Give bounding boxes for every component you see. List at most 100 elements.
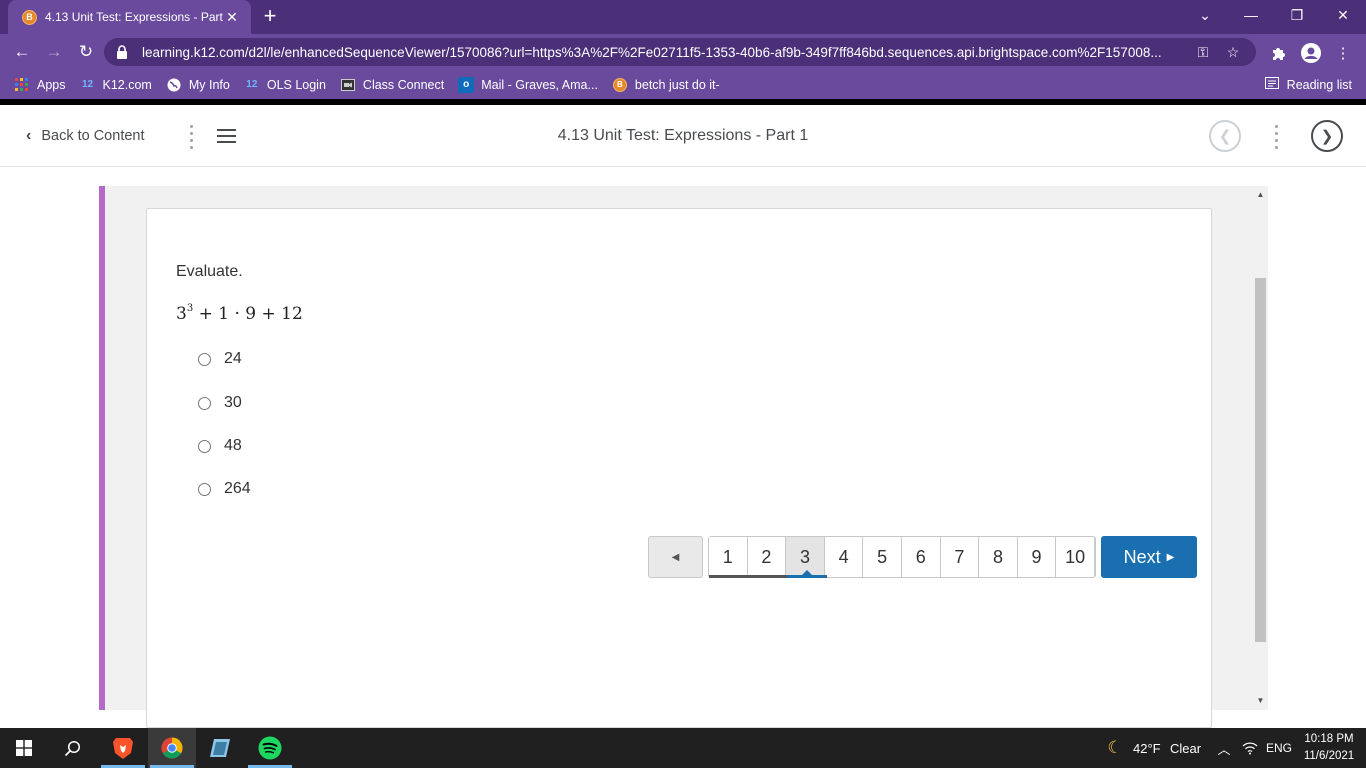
bookmark-mail[interactable]: o Mail - Graves, Ama... [458,76,598,93]
scroll-down-arrow-icon[interactable]: ▼ [1253,694,1268,708]
search-button[interactable] [48,728,96,768]
moon-weather-icon[interactable]: ☾ [1103,728,1127,768]
system-clock[interactable]: 10:18 PM 11/6/2021 [1296,731,1362,765]
tab-search-chevron-icon[interactable]: ⌄ [1182,0,1228,30]
triangle-right-icon: ▶ [1166,551,1175,563]
page-button-8[interactable]: 8 [979,537,1018,577]
page-button-1[interactable]: 1 [709,537,748,577]
radio-button[interactable] [198,396,211,410]
previous-page-button[interactable]: ◀ [648,536,703,578]
answer-option[interactable]: 24 [198,350,242,368]
bookmark-betch[interactable]: B betch just do it- [612,77,720,93]
question-pagination: ◀ 1 2 3 4 5 6 7 8 9 10 Next ▶ [648,536,1197,578]
notes-app-icon [210,739,230,757]
profile-avatar-icon[interactable] [1300,42,1322,64]
forward-arrow-icon[interactable]: → [42,41,66,63]
bookmark-ols-login[interactable]: 12 OLS Login [244,77,326,93]
page-button-2[interactable]: 2 [747,537,787,577]
answer-option-label: 24 [224,350,242,367]
reading-list-button[interactable]: Reading list [1264,70,1352,99]
extensions-puzzle-icon[interactable] [1268,42,1290,64]
bookmark-star-icon[interactable]: ☆ [1222,44,1244,61]
lock-icon [116,45,132,59]
start-button[interactable] [0,728,48,768]
question-prompt: Evaluate. [176,263,243,280]
bookmark-class-connect[interactable]: Class Connect [340,77,444,93]
taskbar-notes-app[interactable] [196,728,244,768]
next-question-button[interactable]: Next ▶ [1100,536,1197,578]
brave-favicon-icon: B [22,9,37,25]
content-accent-bar [99,186,105,710]
back-arrow-icon[interactable]: ← [10,41,34,63]
expression-base: 3 [176,304,187,324]
video-icon [340,77,356,93]
page-button-10[interactable]: 10 [1056,537,1095,577]
page-button-4[interactable]: 4 [824,537,864,577]
page-title: 4.13 Unit Test: Expressions - Part 1 [557,127,809,144]
answer-option-label: 48 [224,437,242,454]
previous-topic-button[interactable]: ❮ [1209,120,1241,152]
expression-rest: + 1 · 9 + 12 [198,304,303,324]
chrome-icon [161,737,183,759]
weather-temperature[interactable]: 42°F [1133,728,1161,768]
outlook-icon: o [458,76,475,93]
clock-date: 11/6/2021 [1303,750,1355,762]
bookmark-label: My Info [188,77,230,92]
browser-tab-strip: B 4.13 Unit Test: Expressions - Part ✕ +… [0,0,1366,34]
browser-toolbar: ← → ↻ learning.k12.com/d2l/le/enhancedSe… [0,34,1366,70]
spotify-icon [258,736,282,760]
reload-icon[interactable]: ↻ [74,41,98,63]
bookmark-my-info[interactable]: My Info [166,77,230,93]
taskbar-chrome[interactable] [148,728,196,768]
address-bar[interactable]: learning.k12.com/d2l/le/enhancedSequence… [104,38,1256,66]
answer-option[interactable]: 30 [198,394,242,412]
url-text: learning.k12.com/d2l/le/enhancedSequence… [142,44,1162,60]
question-card [146,208,1212,728]
next-topic-button[interactable]: ❯ [1311,120,1343,152]
reading-list-icon [1264,77,1279,92]
page-number-list: 1 2 3 4 5 6 7 8 9 10 [708,536,1096,578]
weather-description[interactable]: Clear [1170,728,1201,768]
page-button-7[interactable]: 7 [940,537,980,577]
bookmark-k12[interactable]: 12 K12.com [80,77,152,93]
scroll-up-arrow-icon[interactable]: ▲ [1253,188,1268,202]
wifi-icon[interactable] [1240,728,1260,768]
key-icon[interactable]: ⚿ [1192,44,1214,61]
apps-grid-icon [14,77,30,93]
radio-button[interactable] [198,352,211,366]
windows-taskbar: ☾ 42°F Clear ︿ ENG 10:18 PM 11/6/2021 [0,728,1366,768]
clock-time: 10:18 PM [1304,733,1354,745]
radio-button[interactable] [198,439,211,453]
bookmark-apps[interactable]: Apps [14,77,66,93]
page-button-9[interactable]: 9 [1017,537,1057,577]
close-tab-icon[interactable]: ✕ [223,9,241,26]
taskbar-spotify[interactable] [246,728,294,768]
answer-option[interactable]: 264 [198,480,251,498]
content-header: ‹ Back to Content 4.13 Unit Test: Expres… [0,105,1366,167]
answer-option[interactable]: 48 [198,437,242,455]
chevron-up-icon[interactable]: ︿ [1215,728,1233,768]
taskbar-brave[interactable] [99,728,147,768]
restore-button[interactable]: ❐ [1274,0,1320,30]
brave-lion-icon [113,738,133,759]
k12-icon: 12 [81,79,94,90]
radio-button[interactable] [198,482,211,496]
browser-tab-active[interactable]: B 4.13 Unit Test: Expressions - Part ✕ [8,0,251,34]
close-window-button[interactable]: ✕ [1320,0,1366,30]
question-expression: 33 + 1 · 9 + 12 [176,303,303,324]
k12-icon: 12 [246,79,258,90]
topic-options-icon[interactable] [1274,125,1278,149]
browser-menu-icon[interactable]: ⋮ [1332,42,1354,64]
content-scrollbar[interactable]: ▲ ▼ [1253,186,1268,710]
bookmark-label: Apps [37,77,66,92]
page-button-6[interactable]: 6 [901,537,941,577]
bookmark-label: Mail - Graves, Ama... [481,77,598,92]
brave-icon: B [612,77,628,93]
bookmark-label: K12.com [102,77,152,92]
page-button-5[interactable]: 5 [863,537,902,577]
minimize-button[interactable]: — [1228,0,1274,30]
input-language[interactable]: ENG [1266,728,1292,768]
new-tab-button[interactable]: + [259,5,281,27]
scrollbar-thumb[interactable] [1255,278,1266,642]
tab-title: 4.13 Unit Test: Expressions - Part [45,10,223,24]
